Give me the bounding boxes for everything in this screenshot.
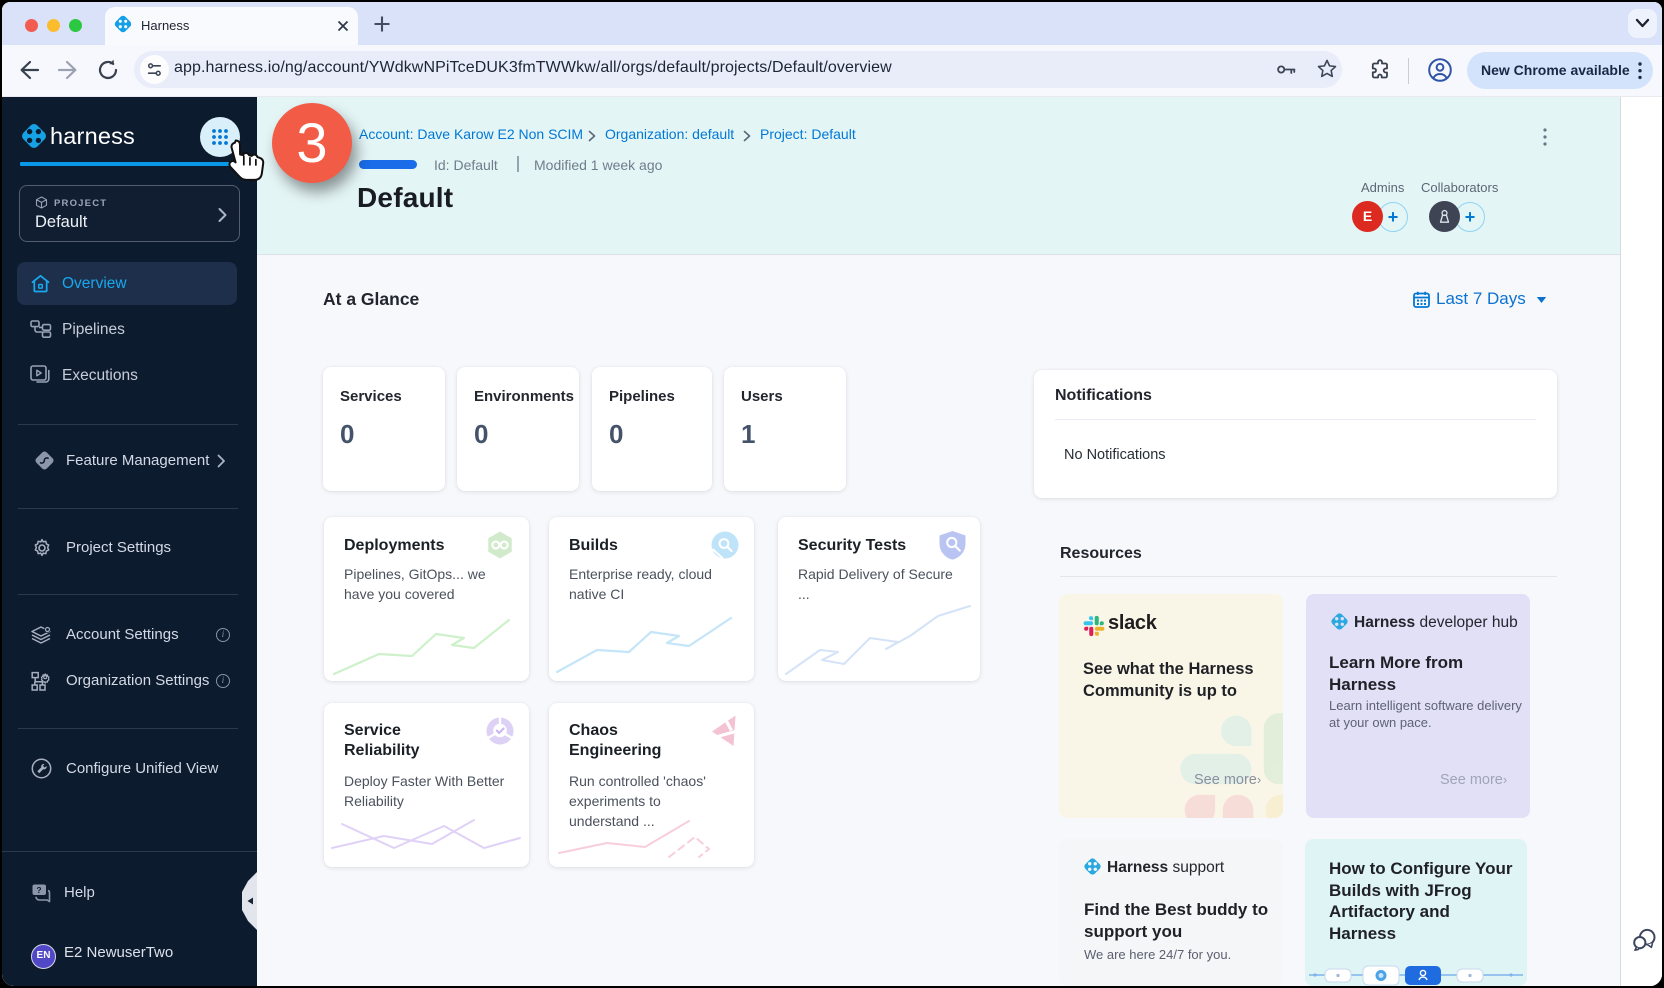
svg-text:?: ? xyxy=(36,885,41,895)
